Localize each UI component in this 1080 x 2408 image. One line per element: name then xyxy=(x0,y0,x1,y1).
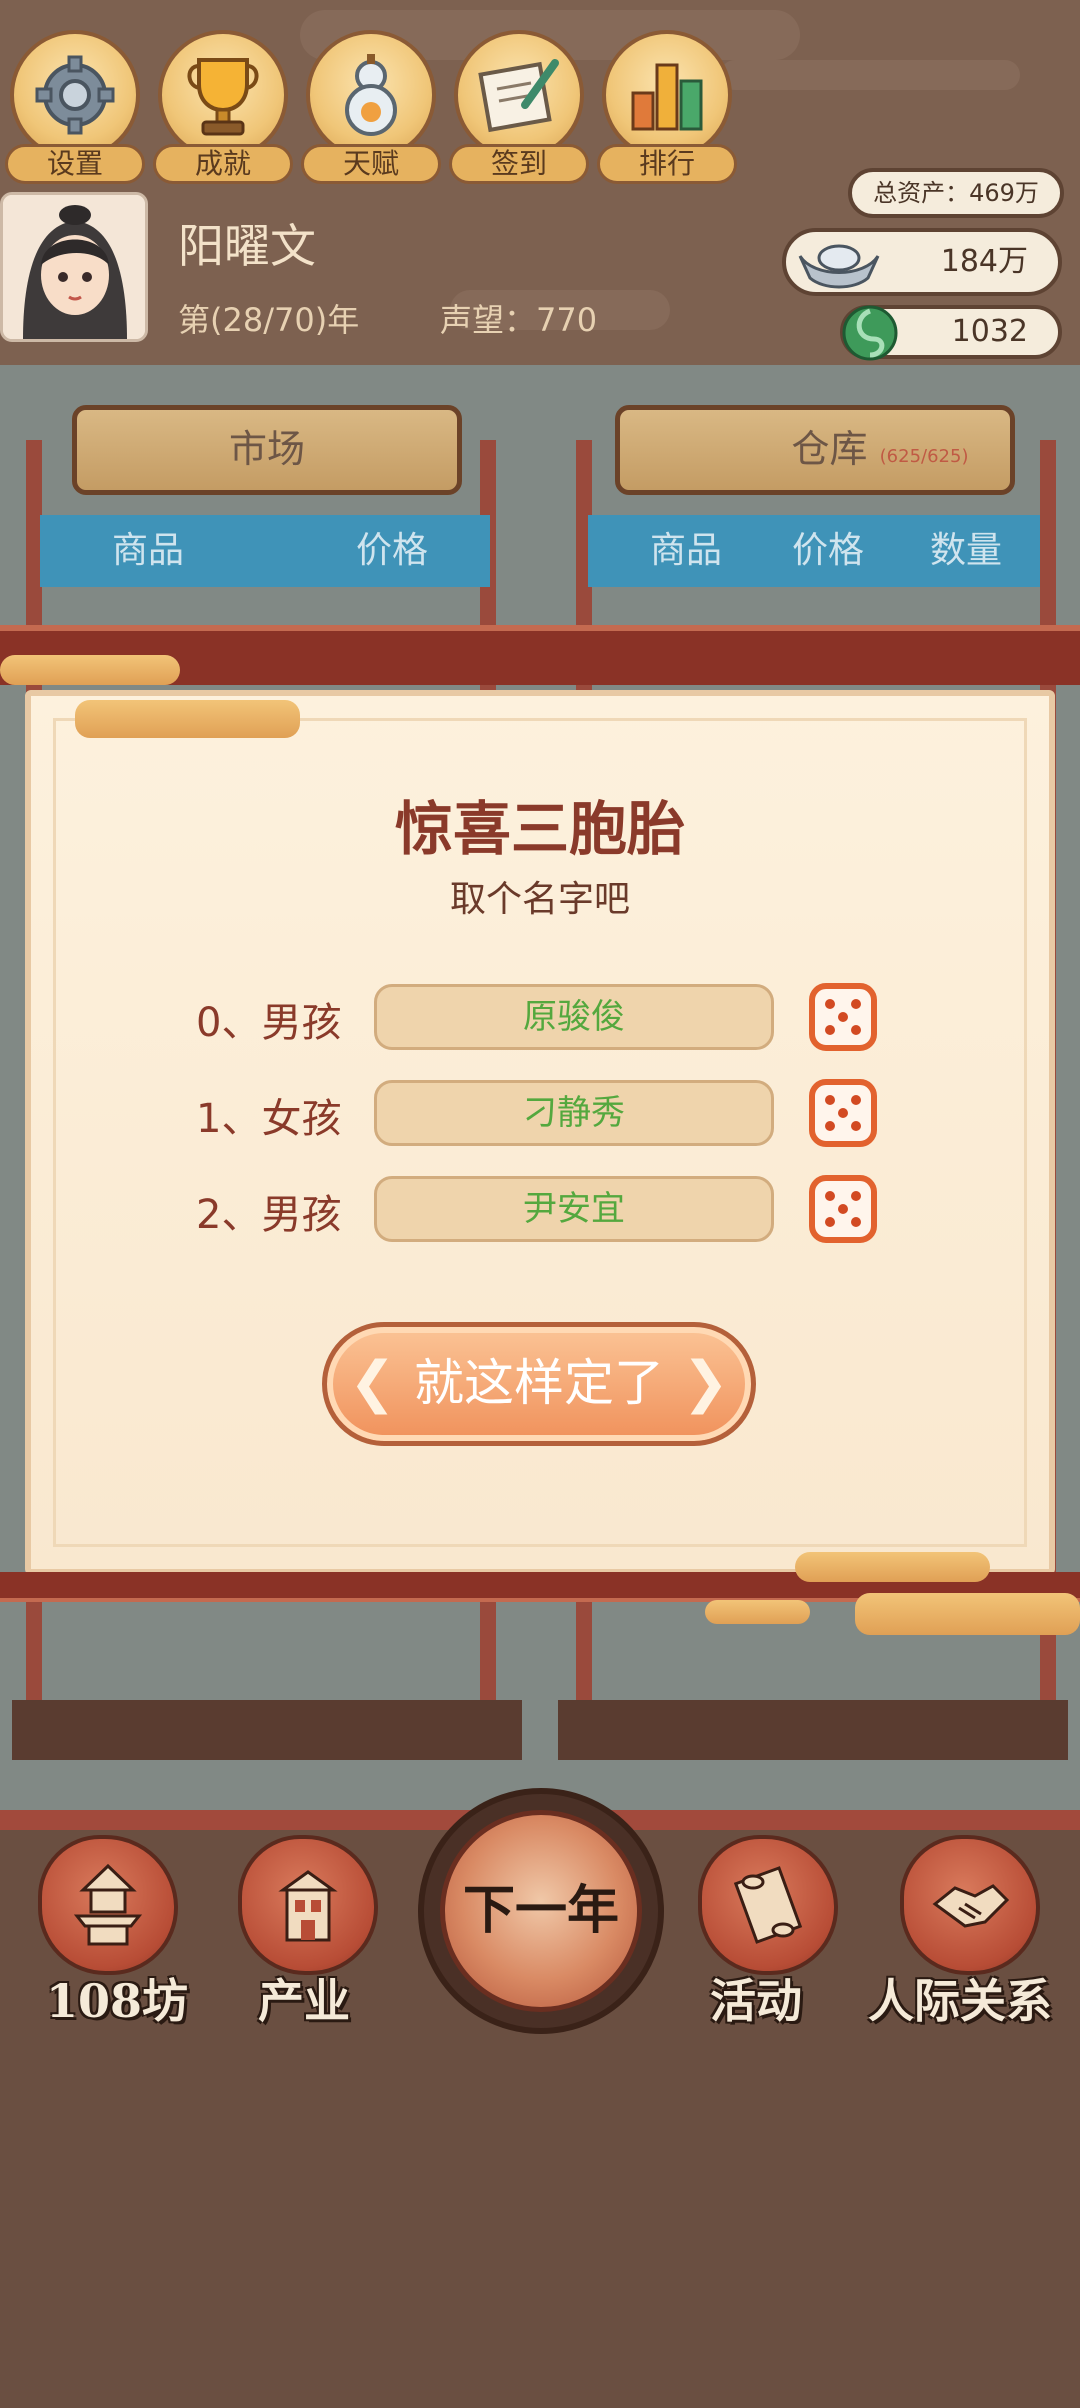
market-col-goods: 商品 xyxy=(112,530,185,571)
child-0-label: 0、男孩 xyxy=(196,1000,342,1046)
achievements-button[interactable]: 成就 xyxy=(153,30,293,190)
silver-value: 184万 xyxy=(940,244,1028,279)
chevron-left-icon: ❮ xyxy=(349,1350,396,1415)
total-assets: 总资产：469万 xyxy=(848,168,1064,218)
gear-icon xyxy=(10,30,140,160)
talent-button[interactable]: 天赋 xyxy=(301,30,441,190)
confirm-label: 就这样定了 xyxy=(414,1354,664,1412)
year-counter: 第(28/70)年 xyxy=(178,301,360,339)
chevron-right-icon: ❯ xyxy=(682,1350,729,1415)
bar-chart-icon xyxy=(602,30,732,160)
cloud-decoration xyxy=(720,60,1020,90)
warehouse-col-price: 价格 xyxy=(792,530,865,571)
nav-108-fang-button[interactable] xyxy=(28,1835,188,1985)
market-base xyxy=(12,1700,522,1760)
dice-icon xyxy=(809,1175,877,1243)
jade-icon xyxy=(840,303,900,367)
child-1-label: 1、女孩 xyxy=(196,1096,342,1142)
warehouse-col-goods: 商品 xyxy=(650,530,723,571)
checkin-label: 签到 xyxy=(449,144,589,184)
nav-events-button[interactable] xyxy=(688,1835,848,1985)
randomize-name-0-button[interactable] xyxy=(808,982,878,1052)
market-table-header: 商品 价格 xyxy=(40,515,490,587)
next-year-label: 下一年 xyxy=(440,1810,642,2012)
jade-balance[interactable]: 1032 xyxy=(840,305,1062,361)
market-sign: 市场 xyxy=(72,405,462,495)
confirm-names-button[interactable]: ❮ 就这样定了 ❯ xyxy=(322,1322,756,1446)
nav-relationships-label: 人际关系 xyxy=(868,1974,1052,2028)
handshake-icon xyxy=(900,1835,1040,1975)
child-1-name-field[interactable]: 刁静秀 xyxy=(374,1080,774,1146)
warehouse-base xyxy=(558,1700,1068,1760)
silver-ingot-icon xyxy=(794,238,884,294)
scroll-icon xyxy=(698,1835,838,1975)
dialog-subtitle: 取个名字吧 xyxy=(449,879,630,920)
child-2-name-field[interactable]: 尹安宜 xyxy=(374,1176,774,1242)
checkin-button[interactable]: 签到 xyxy=(449,30,589,190)
nav-industry-button[interactable] xyxy=(228,1835,388,1985)
avatar[interactable] xyxy=(0,192,148,342)
market-col-price: 价格 xyxy=(356,530,429,571)
dice-icon xyxy=(809,1079,877,1147)
scroll-tab-decoration xyxy=(855,1593,1080,1635)
nav-industry-label: 产业 xyxy=(258,1974,350,2028)
settings-button[interactable]: 设置 xyxy=(5,30,145,190)
scroll-tab-decoration xyxy=(795,1552,990,1582)
nav-108-fang-label: 108坊 xyxy=(46,1974,189,2028)
dialog-title: 惊喜三胞胎 xyxy=(394,795,685,863)
ranking-button[interactable]: 排行 xyxy=(597,30,737,190)
silver-balance[interactable]: 184万 xyxy=(782,228,1062,296)
warehouse-table-header: 商品 价格 数量 xyxy=(588,515,1040,587)
child-2-label: 2、男孩 xyxy=(196,1192,342,1238)
randomize-name-1-button[interactable] xyxy=(808,1078,878,1148)
warehouse-sign: 仓库 (625/625) xyxy=(615,405,1015,495)
jade-value: 1032 xyxy=(951,314,1028,349)
scroll-brush-icon xyxy=(454,30,584,160)
nav-relationships-button[interactable] xyxy=(890,1835,1050,1985)
achievements-label: 成就 xyxy=(153,144,293,184)
next-year-button[interactable]: 下一年 xyxy=(418,1788,664,2034)
market-title: 市场 xyxy=(228,427,305,471)
gourd-icon xyxy=(306,30,436,160)
nav-events-label: 活动 xyxy=(710,1974,802,2028)
scroll-tab-decoration xyxy=(75,700,300,738)
scroll-tab-decoration xyxy=(0,655,180,685)
warehouse-capacity: (625/625) xyxy=(879,446,969,467)
dice-icon xyxy=(809,983,877,1051)
scroll-tab-decoration xyxy=(705,1600,810,1624)
ranking-label: 排行 xyxy=(597,144,737,184)
settings-label: 设置 xyxy=(5,144,145,184)
fame-value: 声望：770 xyxy=(440,301,598,339)
player-name: 阳曜文 xyxy=(178,219,316,273)
pagoda-icon xyxy=(38,1835,178,1975)
child-0-name-field[interactable]: 原骏俊 xyxy=(374,984,774,1050)
randomize-name-2-button[interactable] xyxy=(808,1174,878,1244)
trophy-icon xyxy=(158,30,288,160)
warehouse-col-qty: 数量 xyxy=(930,530,1003,571)
talent-label: 天赋 xyxy=(301,144,441,184)
building-icon xyxy=(238,1835,378,1975)
warehouse-title: 仓库 xyxy=(791,427,868,471)
